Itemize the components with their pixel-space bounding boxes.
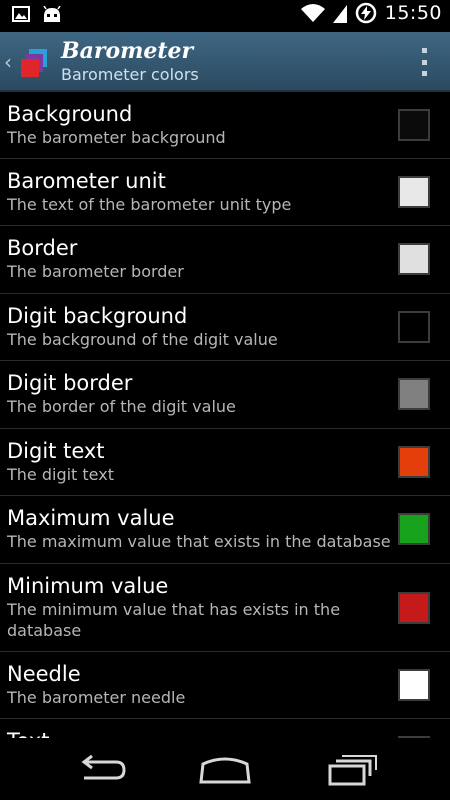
color-swatch[interactable] — [398, 176, 430, 208]
pref-title: Needle — [7, 662, 81, 686]
status-time: 15:50 — [384, 2, 442, 24]
pref-needle[interactable]: Needle The barometer needle — [0, 652, 450, 719]
app-title: Barometer — [61, 38, 194, 64]
pref-summary: The minimum value that has exists in the… — [7, 600, 341, 640]
gallery-icon — [12, 6, 30, 22]
pref-summary: The digit text — [7, 465, 114, 484]
pref-minimum-value[interactable]: Minimum value The minimum value that has… — [0, 564, 450, 652]
color-swatch[interactable] — [398, 446, 430, 478]
color-swatch[interactable] — [398, 311, 430, 343]
status-bar: 15:50 — [0, 0, 450, 32]
home-icon[interactable] — [195, 752, 255, 788]
navigation-bar — [0, 738, 450, 800]
color-swatch[interactable] — [398, 513, 430, 545]
pref-title: Border — [7, 236, 78, 260]
pref-maximum-value[interactable]: Maximum value The maximum value that exi… — [0, 496, 450, 564]
up-caret-icon[interactable]: ‹ — [4, 50, 12, 74]
pref-title: Digit background — [7, 304, 188, 328]
pref-title: Background — [7, 102, 133, 126]
pref-text[interactable]: Text — [0, 719, 450, 738]
android-debug-icon — [43, 6, 61, 22]
action-bar: ‹ Barometer Barometer colors — [0, 32, 450, 92]
pref-border[interactable]: Border The barometer border — [0, 226, 450, 294]
color-swatch[interactable] — [398, 592, 430, 624]
wifi-icon — [300, 4, 325, 22]
app-subtitle: Barometer colors — [61, 65, 199, 84]
color-swatch[interactable] — [398, 243, 430, 275]
pref-summary: The maximum value that exists in the dat… — [7, 532, 391, 551]
pref-summary: The text of the barometer unit type — [7, 195, 292, 214]
color-swatch[interactable] — [398, 109, 430, 141]
back-icon[interactable] — [70, 752, 130, 788]
pref-summary: The barometer background — [7, 128, 226, 147]
battery-charging-icon — [355, 2, 376, 24]
pref-digit-border[interactable]: Digit border The border of the digit val… — [0, 361, 450, 429]
action-bar-titles[interactable]: Barometer Barometer colors — [61, 38, 199, 86]
color-swatch[interactable] — [398, 378, 430, 410]
signal-icon — [332, 5, 347, 23]
pref-barometer-unit[interactable]: Barometer unit The text of the barometer… — [0, 159, 450, 226]
screen: 15:50 ‹ Barometer Barometer colors Backg… — [0, 0, 450, 800]
pref-title: Digit border — [7, 371, 133, 395]
overflow-menu-icon[interactable] — [412, 48, 436, 76]
color-swatch[interactable] — [398, 669, 430, 701]
recent-apps-icon[interactable] — [322, 752, 382, 788]
pref-summary: The border of the digit value — [7, 397, 236, 416]
preference-list[interactable]: Background The barometer background Baro… — [0, 92, 450, 738]
pref-digit-text[interactable]: Digit text The digit text — [0, 429, 450, 496]
pref-digit-background[interactable]: Digit background The background of the d… — [0, 294, 450, 361]
pref-summary: The barometer needle — [7, 688, 186, 707]
pref-title: Maximum value — [7, 506, 175, 530]
pref-background[interactable]: Background The barometer background — [0, 92, 450, 159]
pref-summary: The barometer border — [7, 262, 184, 281]
pref-title: Minimum value — [7, 574, 169, 598]
pref-summary: The background of the digit value — [7, 330, 278, 349]
pref-title: Digit text — [7, 439, 105, 463]
app-icon[interactable] — [20, 48, 50, 78]
pref-title: Text — [7, 728, 49, 738]
pref-title: Barometer unit — [7, 169, 166, 193]
